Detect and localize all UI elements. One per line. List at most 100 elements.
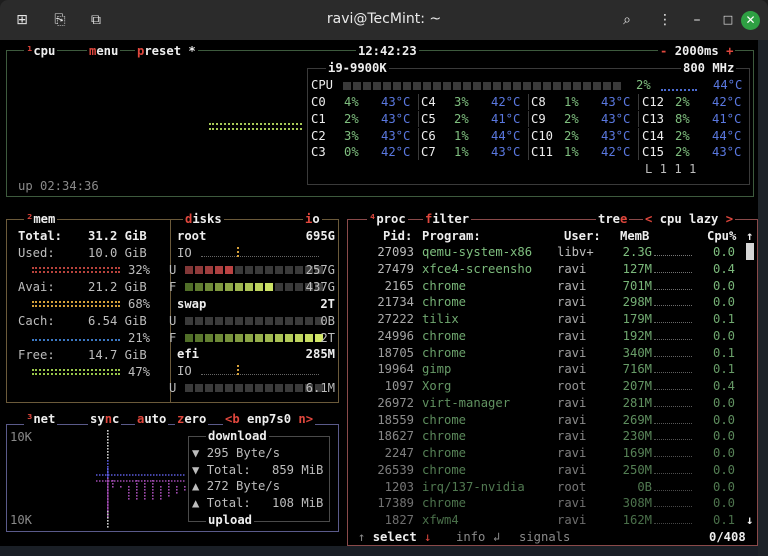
proc-box-title[interactable]: ⁴proc [367, 211, 408, 227]
process-row[interactable]: 2247 chrome ravi 169M 0.0 [350, 445, 750, 462]
cpu-total-mini-graph [661, 89, 697, 93]
net-graph-dot [144, 495, 146, 497]
core-column-divider [418, 94, 419, 110]
sort-prev-button[interactable]: < [645, 212, 652, 226]
bar-segment [275, 317, 283, 325]
net-graph-dot [107, 511, 109, 513]
core-temp: 43°C [601, 95, 631, 109]
select-control[interactable]: ↑ select ↓ [356, 529, 434, 545]
net-auto-button[interactable]: auto [135, 411, 169, 427]
filter-button[interactable]: filter [423, 211, 472, 227]
mem-percent: 32% [128, 263, 151, 277]
net-graph-dot [107, 526, 109, 528]
net-box-title[interactable]: ³net [24, 411, 58, 427]
maximize-icon[interactable]: □ [719, 11, 737, 29]
header-program[interactable]: Program: [422, 228, 481, 244]
preset-button[interactable]: preset * [135, 43, 198, 59]
process-row[interactable]: 1827 xfwm4 ravi 162M 0.1 [350, 512, 750, 529]
core-usage: 2% [675, 95, 690, 109]
mem-value: 6.54 GiB [88, 314, 147, 328]
header-cpu[interactable]: Cpu% [707, 228, 736, 244]
interval-control[interactable]: - 2000ms + [658, 43, 736, 59]
process-row[interactable]: 24996 chrome ravi 192M 0.0 [350, 328, 750, 345]
process-row[interactable]: 19964 gimp ravi 716M 0.1 [350, 361, 750, 378]
process-cpu-graph [654, 422, 692, 427]
process-row[interactable]: 26972 virt-manager ravi 281M 0.0 [350, 395, 750, 412]
signals-button[interactable]: signals [517, 529, 573, 545]
search-icon[interactable]: ⌕ [618, 11, 636, 29]
net-graph-dot [107, 460, 109, 462]
process-row[interactable]: 18627 chrome ravi 230M 0.0 [350, 428, 750, 445]
core-name: C0 [311, 95, 326, 109]
process-row[interactable]: 21734 chrome ravi 298M 0.0 [350, 294, 750, 311]
header-mem[interactable]: MemB [620, 228, 649, 244]
menu-button[interactable]: menu [87, 43, 121, 59]
core-temp: 41°C [712, 112, 742, 126]
net-graph-dot [128, 489, 130, 491]
process-cpu: 0.1 [713, 312, 736, 326]
bar-segment [185, 334, 193, 342]
mem-value: 31.2 GiB [88, 229, 147, 243]
net-interface-selector[interactable]: <b enp7s0 n> [223, 411, 316, 427]
disk-size: 695G [305, 229, 335, 243]
bar-segment [383, 82, 391, 90]
upload-arrow-icon: ▲ [192, 479, 200, 493]
io-toggle[interactable]: io [303, 211, 322, 227]
process-row[interactable]: 27093 qemu-system-x86 libv+ 2.3G 0.0 [350, 244, 750, 261]
process-mem: 179M [622, 312, 652, 326]
net-zero-button[interactable]: zero [175, 411, 209, 427]
core-name: C1 [311, 112, 326, 126]
process-program: xfce4-screensho [422, 261, 533, 276]
net-graph-dot [144, 483, 146, 485]
process-row[interactable]: 17389 chrome ravi 308M 0.0 [350, 495, 750, 512]
next-interface-button[interactable]: n> [298, 412, 313, 426]
disk-used-label: U [169, 314, 177, 328]
net-graph-dot [107, 472, 109, 474]
bar-segment [235, 334, 243, 342]
process-user: ravi [557, 295, 587, 310]
header-pid[interactable]: Pid: [383, 228, 412, 244]
prev-interface-button[interactable]: <b [225, 412, 240, 426]
process-pid: 27093 [377, 245, 414, 259]
process-program: chrome [422, 328, 467, 343]
close-icon[interactable]: ✕ [741, 11, 760, 30]
interval-increase-button[interactable]: + [726, 44, 733, 58]
disks-toggle[interactable]: disks [183, 211, 224, 227]
mem-label: Free: [18, 348, 55, 362]
info-button[interactable]: info ↲ [454, 529, 503, 545]
menu-icon[interactable]: ⋮ [656, 11, 674, 29]
process-row[interactable]: 26539 chrome ravi 250M 0.0 [350, 462, 750, 479]
scroll-up-icon[interactable]: ↑ [746, 228, 753, 244]
core-temp: 42°C [491, 95, 521, 109]
sort-next-button[interactable]: > [726, 212, 733, 226]
process-row[interactable]: 18705 chrome ravi 340M 0.1 [350, 345, 750, 362]
net-graph-dot [107, 451, 109, 453]
bar-segment [235, 266, 243, 274]
minimize-icon[interactable]: – [688, 11, 706, 29]
process-row[interactable]: 18559 chrome ravi 269M 0.0 [350, 412, 750, 429]
process-row[interactable]: 2165 chrome ravi 701M 0.0 [350, 278, 750, 295]
sort-selector[interactable]: < cpu lazy > [643, 211, 736, 227]
bar-segment [265, 334, 273, 342]
process-row[interactable]: 27222 tilix ravi 179M 0.1 [350, 311, 750, 328]
mem-box-title[interactable]: ²mem [24, 211, 58, 227]
cpu-box-title[interactable]: ¹cpu [24, 43, 58, 59]
process-program: chrome [422, 412, 467, 427]
net-graph-dot [107, 430, 109, 432]
core-usage: 2% [454, 112, 469, 126]
process-row[interactable]: 1097 Xorg root 207M 0.4 [350, 378, 750, 395]
process-row[interactable]: 1203 irq/137-nvidia root 0B 0.0 [350, 479, 750, 496]
tree-toggle[interactable]: tree [596, 211, 630, 227]
bar-segment [573, 82, 581, 90]
process-pid: 1097 [384, 379, 414, 393]
header-user[interactable]: User: [564, 228, 601, 244]
net-graph-dot [107, 463, 109, 465]
process-cpu: 0.4 [713, 261, 736, 276]
process-row[interactable]: 27479 xfce4-screensho ravi 127M 0.4 [350, 261, 750, 278]
bar-segment [553, 82, 561, 90]
net-graph-dot [168, 492, 170, 494]
terminal-scrollbar[interactable] [758, 40, 768, 556]
interval-decrease-button[interactable]: - [660, 44, 667, 58]
net-sync-button[interactable]: sync [88, 411, 122, 427]
process-cpu-graph [654, 405, 692, 410]
